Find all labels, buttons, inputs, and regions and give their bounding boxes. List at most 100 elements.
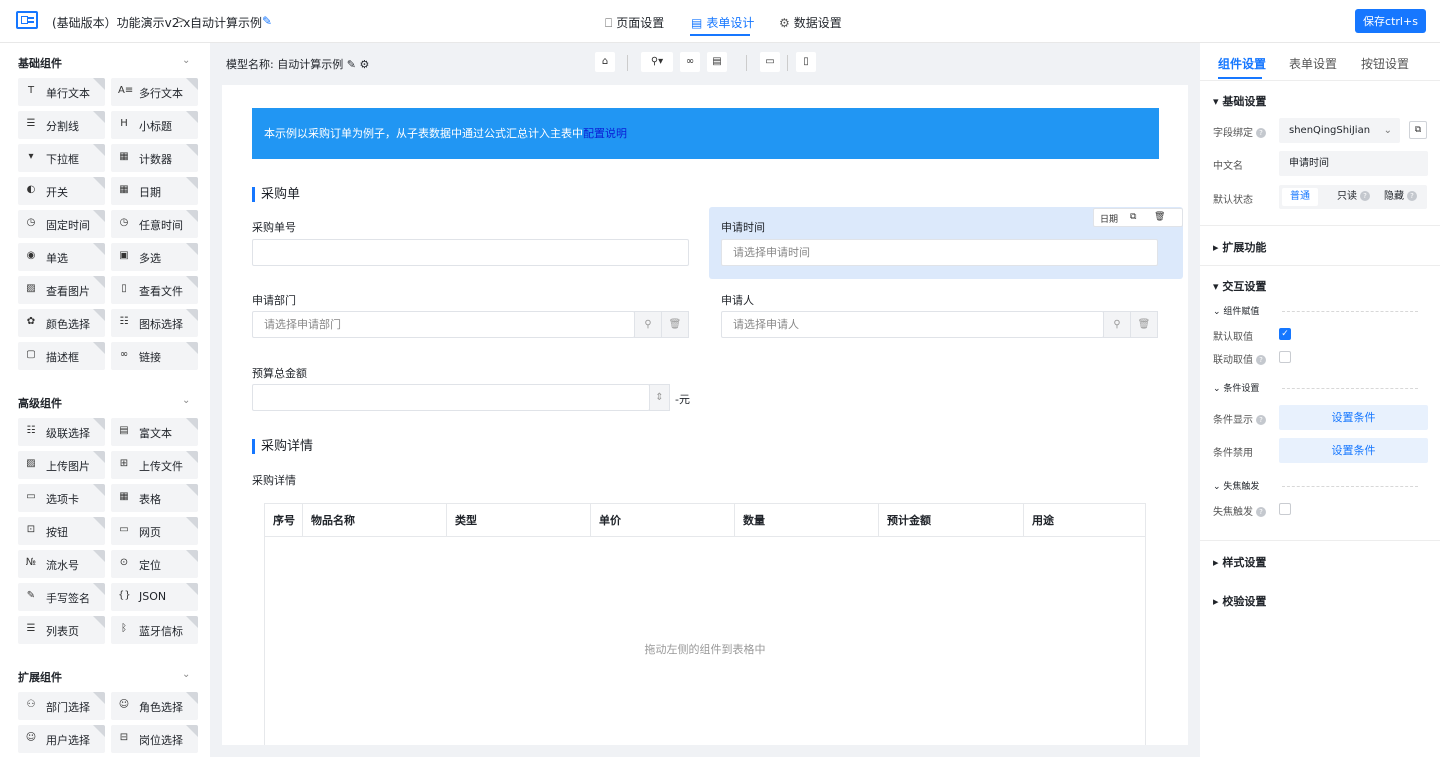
component-multi-text[interactable]: A≡ 多行文本 bbox=[111, 78, 198, 106]
tab-form-settings[interactable]: 表单设置 bbox=[1289, 55, 1337, 72]
set-condition-show-button[interactable]: 设置条件 bbox=[1279, 405, 1428, 430]
edit-icon[interactable]: ✎ bbox=[347, 58, 356, 71]
component-switch[interactable]: ◐ 开关 bbox=[18, 177, 105, 205]
component-role-select[interactable]: ☺ 角色选择 bbox=[111, 692, 198, 720]
state-normal-option[interactable]: 普通 bbox=[1282, 188, 1318, 206]
component-webpage[interactable]: ▭ 网页 bbox=[111, 517, 198, 545]
component-tabs[interactable]: ▭ 选项卡 bbox=[18, 484, 105, 512]
webpage-icon: ▭ bbox=[119, 524, 129, 535]
group-title-advanced[interactable]: 高级组件 bbox=[18, 395, 62, 411]
component-json[interactable]: {} JSON bbox=[111, 583, 198, 611]
applicant-input[interactable]: 请选择申请人 bbox=[721, 311, 1104, 338]
component-upload-image[interactable]: ▨ 上传图片 bbox=[18, 451, 105, 479]
component-date[interactable]: ▦ 日期 bbox=[111, 177, 198, 205]
label-text: 失焦触发 bbox=[1213, 507, 1253, 518]
section-style[interactable]: ▸ 样式设置 bbox=[1213, 554, 1266, 570]
component-icon-picker[interactable]: ☷ 图标选择 bbox=[111, 309, 198, 337]
subsection-blur[interactable]: ⌄ 失焦触发 bbox=[1213, 479, 1259, 492]
default-value-checkbox[interactable]: ✓ bbox=[1279, 328, 1291, 340]
component-list-page[interactable]: ☰ 列表页 bbox=[18, 616, 105, 644]
state-hidden-option[interactable]: 隐藏? bbox=[1384, 188, 1417, 206]
stopwatch-icon: ◷ bbox=[26, 217, 36, 228]
component-bluetooth[interactable]: ᛒ 蓝牙信标 bbox=[111, 616, 198, 644]
section-verify[interactable]: ▸ 校验设置 bbox=[1213, 593, 1266, 609]
cn-name-input[interactable]: 申请时间 bbox=[1279, 151, 1428, 176]
component-upload-file[interactable]: ⊞ 上传文件 bbox=[111, 451, 198, 479]
help-icon[interactable]: ? bbox=[1256, 355, 1266, 365]
blur-checkbox[interactable] bbox=[1279, 503, 1291, 515]
component-subtitle[interactable]: H 小标题 bbox=[111, 111, 198, 139]
component-description[interactable]: ▢ 描述框 bbox=[18, 342, 105, 370]
section-basic-settings[interactable]: ▾ 基础设置 bbox=[1213, 93, 1266, 109]
help-icon[interactable]: ? bbox=[1256, 128, 1266, 138]
component-counter[interactable]: ▦ 计数器 bbox=[111, 144, 198, 172]
breadcrumb-app-title[interactable]: (基础版本）功能演示v2.x bbox=[52, 14, 190, 31]
component-label: 颜色选择 bbox=[46, 318, 90, 331]
clear-trash-icon[interactable]: 🗑 bbox=[661, 311, 689, 338]
field-bind-select[interactable]: shenQingShiJian ⌄ bbox=[1279, 118, 1400, 143]
copy-icon[interactable]: ⧉ bbox=[1409, 121, 1427, 139]
component-rich-text[interactable]: ▤ 富文本 bbox=[111, 418, 198, 446]
component-view-file[interactable]: ▯ 查看文件 bbox=[111, 276, 198, 304]
tab-form-design[interactable]: ▤ 表单设计 bbox=[691, 14, 754, 31]
tab-component-settings[interactable]: 组件设置 bbox=[1218, 55, 1266, 72]
component-view-image[interactable]: ▨ 查看图片 bbox=[18, 276, 105, 304]
component-color-picker[interactable]: ✿ 颜色选择 bbox=[18, 309, 105, 337]
component-location[interactable]: ⊙ 定位 bbox=[111, 550, 198, 578]
component-checkbox[interactable]: ▣ 多选 bbox=[111, 243, 198, 271]
component-user-select[interactable]: ☺ 用户选择 bbox=[18, 725, 105, 753]
component-fixed-time[interactable]: ◷ 固定时间 bbox=[18, 210, 105, 238]
copy-icon[interactable]: ⧉ bbox=[1130, 212, 1136, 222]
component-signature[interactable]: ✎ 手写签名 bbox=[18, 583, 105, 611]
state-readonly-option[interactable]: 只读? bbox=[1337, 188, 1370, 206]
clear-trash-icon[interactable]: 🗑 bbox=[1130, 311, 1158, 338]
chevron-down-icon[interactable]: ⌄ bbox=[182, 55, 190, 66]
order-no-input[interactable] bbox=[252, 239, 689, 266]
help-icon[interactable]: ? bbox=[1256, 507, 1266, 517]
home-icon[interactable]: ⌂ bbox=[595, 52, 615, 72]
tab-data-settings[interactable]: ⚙ 数据设置 bbox=[779, 14, 842, 31]
clear-dropdown-icon[interactable]: ⚲▾ bbox=[641, 52, 673, 72]
subsection-condition[interactable]: ⌄ 条件设置 bbox=[1213, 381, 1259, 394]
link-icon[interactable]: ∞ bbox=[680, 52, 700, 72]
chevron-down-icon[interactable]: ⌄ bbox=[182, 395, 190, 406]
set-condition-disable-button[interactable]: 设置条件 bbox=[1279, 438, 1428, 463]
search-icon[interactable]: ⚲ bbox=[1103, 311, 1131, 338]
component-cascader[interactable]: ☷ 级联选择 bbox=[18, 418, 105, 446]
dept-input[interactable]: 请选择申请部门 bbox=[252, 311, 635, 338]
apply-time-input[interactable]: 请选择申请时间 bbox=[721, 239, 1158, 266]
component-table[interactable]: ▦ 表格 bbox=[111, 484, 198, 512]
component-divider[interactable]: ☰ 分割线 bbox=[18, 111, 105, 139]
component-link[interactable]: ∞ 链接 bbox=[111, 342, 198, 370]
component-any-time[interactable]: ◷ 任意时间 bbox=[111, 210, 198, 238]
tablet-icon[interactable]: ▯ bbox=[796, 52, 816, 72]
bluetooth-icon: ᛒ bbox=[121, 623, 127, 634]
section-extend[interactable]: ▸ 扩展功能 bbox=[1213, 239, 1266, 255]
subsection-assign[interactable]: ⌄ 组件赋值 bbox=[1213, 304, 1259, 317]
component-dropdown[interactable]: ▾ 下拉框 bbox=[18, 144, 105, 172]
edit-title-icon[interactable]: ✎ bbox=[262, 14, 272, 28]
group-title-basic[interactable]: 基础组件 bbox=[18, 55, 62, 71]
preview-icon[interactable]: ▤ bbox=[707, 52, 727, 72]
budget-input[interactable] bbox=[252, 384, 650, 411]
search-icon[interactable]: ⚲ bbox=[634, 311, 662, 338]
component-radio[interactable]: ◉ 单选 bbox=[18, 243, 105, 271]
banner-link[interactable]: 配置说明 bbox=[583, 127, 627, 140]
desktop-icon[interactable]: ▭ bbox=[760, 52, 780, 72]
tab-button-settings[interactable]: 按钮设置 bbox=[1361, 55, 1409, 72]
delete-icon[interactable]: 🗑 bbox=[1154, 212, 1165, 222]
component-post-select[interactable]: ⊟ 岗位选择 bbox=[111, 725, 198, 753]
chevron-down-icon[interactable]: ⌄ bbox=[182, 669, 190, 680]
link-value-checkbox[interactable] bbox=[1279, 351, 1291, 363]
help-icon[interactable]: ? bbox=[1256, 415, 1266, 425]
component-button[interactable]: ⊡ 按钮 bbox=[18, 517, 105, 545]
save-button[interactable]: 保存ctrl+s bbox=[1355, 9, 1426, 33]
stepper-icon[interactable]: ⇕ bbox=[649, 384, 670, 411]
tab-page-settings[interactable]: ⎕ 页面设置 bbox=[605, 14, 664, 31]
component-dept-select[interactable]: ⚇ 部门选择 bbox=[18, 692, 105, 720]
component-single-text[interactable]: T 单行文本 bbox=[18, 78, 105, 106]
section-interaction[interactable]: ▾ 交互设置 bbox=[1213, 278, 1266, 294]
group-title-extended[interactable]: 扩展组件 bbox=[18, 669, 62, 685]
component-serial-no[interactable]: № 流水号 bbox=[18, 550, 105, 578]
gear-icon[interactable]: ⚙ bbox=[359, 58, 369, 71]
